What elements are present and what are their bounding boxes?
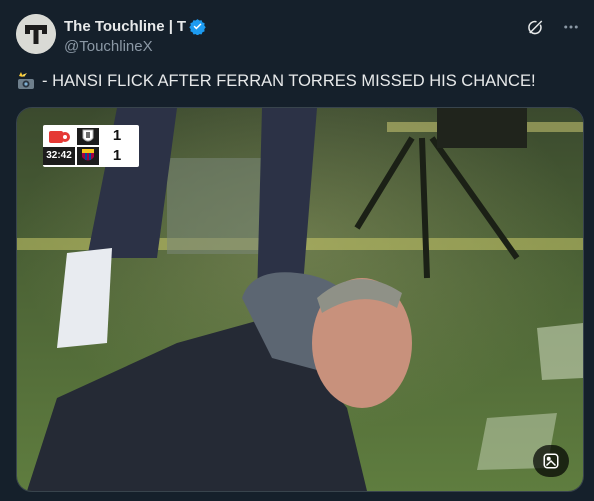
grok-icon[interactable]: [524, 16, 546, 38]
tweet-body: - HANSI FLICK AFTER FERRAN TORRES MISSED…: [42, 72, 536, 90]
scorebug: 32:42 1 1: [43, 125, 139, 167]
more-icon[interactable]: [560, 16, 582, 38]
camera-flash-emoji-icon: [16, 71, 36, 91]
alt-text-icon[interactable]: [533, 445, 569, 477]
avatar[interactable]: [16, 14, 56, 54]
match-clock: 32:42: [43, 147, 75, 165]
away-score: 1: [112, 147, 122, 164]
home-score: 1: [112, 127, 122, 144]
tweet-media[interactable]: 32:42 1 1: [16, 107, 584, 492]
top-actions: [524, 16, 582, 38]
name-row: The Touchline | T: [64, 16, 206, 36]
away-crest-icon: [77, 147, 99, 165]
tweet-header: The Touchline | T @TouchlineX: [16, 14, 582, 58]
handle[interactable]: @TouchlineX: [64, 38, 153, 55]
league-logo-icon: [47, 128, 71, 146]
tweet-text: - HANSI FLICK AFTER FERRAN TORRES MISSED…: [16, 70, 578, 92]
display-name[interactable]: The Touchline |: [64, 18, 173, 35]
home-crest-icon: [77, 128, 99, 145]
verified-badge-icon: [189, 18, 206, 35]
brand-mark: T: [176, 17, 187, 35]
